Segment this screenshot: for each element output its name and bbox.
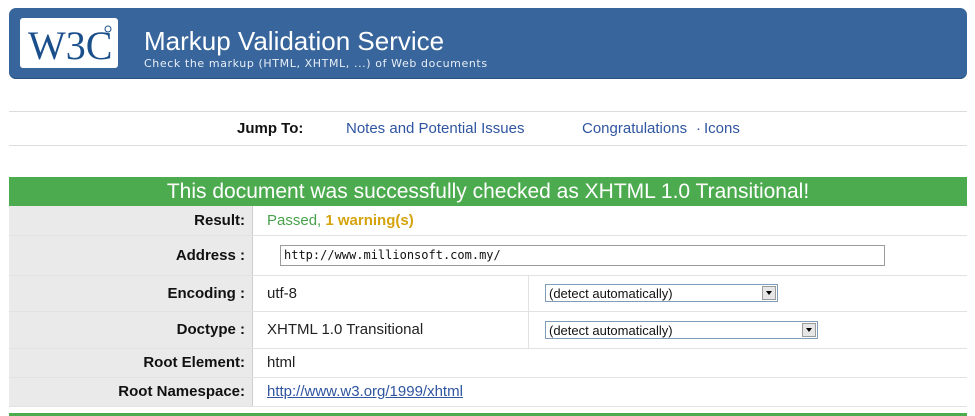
svg-text:W3C: W3C xyxy=(28,23,112,68)
encoding-select[interactable]: (detect automatically) xyxy=(545,284,778,302)
page-title: Markup Validation Service xyxy=(144,26,445,56)
header-banner: W3C Markup Validation Service Check the … xyxy=(9,8,967,79)
encoding-select-cell: (detect automatically) xyxy=(528,275,967,312)
encoding-row: Encoding : utf-8 (detect automatically) xyxy=(9,275,967,312)
doctype-value: XHTML 1.0 Transitional xyxy=(252,311,529,349)
jump-to-bar: Jump To: Notes and Potential Issues Cong… xyxy=(9,111,967,146)
chevron-down-icon[interactable] xyxy=(802,322,816,337)
encoding-select-value: (detect automatically) xyxy=(549,286,673,301)
result-passed-text: Passed, xyxy=(267,211,322,229)
page: W3C Markup Validation Service Check the … xyxy=(0,0,975,416)
root-element-value: html xyxy=(252,348,967,378)
address-label: Address : xyxy=(9,235,253,276)
root-namespace-row: Root Namespace: http://www.w3.org/1999/x… xyxy=(9,377,967,407)
result-row: Result: Passed, 1 warning(s) xyxy=(9,206,967,236)
w3c-logo[interactable]: W3C xyxy=(20,18,118,68)
link-icons[interactable]: Icons xyxy=(704,120,740,137)
chevron-down-icon[interactable] xyxy=(762,286,776,300)
result-label: Result: xyxy=(9,206,253,236)
link-separator: · xyxy=(696,120,701,137)
address-cell xyxy=(252,235,967,276)
root-element-label: Root Element: xyxy=(9,348,253,378)
page-subtitle: Check the markup (HTML, XHTML, ...) of W… xyxy=(144,57,488,70)
doctype-select-value: (detect automatically) xyxy=(549,322,673,338)
encoding-label: Encoding : xyxy=(9,275,253,312)
success-header: This document was successfully checked a… xyxy=(9,177,967,206)
link-congratulations[interactable]: Congratulations xyxy=(582,120,687,137)
doctype-select-cell: (detect automatically) xyxy=(528,311,967,349)
root-namespace-cell: http://www.w3.org/1999/xhtml xyxy=(252,377,967,407)
encoding-value: utf-8 xyxy=(252,275,529,312)
results-table: Result: Passed, 1 warning(s) Address : E… xyxy=(9,206,967,407)
doctype-row: Doctype : XHTML 1.0 Transitional (detect… xyxy=(9,311,967,349)
doctype-select[interactable]: (detect automatically) xyxy=(545,320,818,339)
address-input[interactable] xyxy=(280,244,885,266)
doctype-label: Doctype : xyxy=(9,311,253,349)
link-notes-potential-issues[interactable]: Notes and Potential Issues xyxy=(346,120,524,137)
address-row: Address : xyxy=(9,235,967,276)
root-namespace-link[interactable]: http://www.w3.org/1999/xhtml xyxy=(267,383,463,400)
w3c-logo-icon: W3C xyxy=(28,23,112,68)
jump-to-label: Jump To: xyxy=(237,120,304,137)
result-value: Passed, 1 warning(s) xyxy=(252,206,967,236)
result-warning-count: 1 warning(s) xyxy=(325,211,414,229)
root-namespace-label: Root Namespace: xyxy=(9,377,253,407)
root-element-row: Root Element: html xyxy=(9,348,967,378)
